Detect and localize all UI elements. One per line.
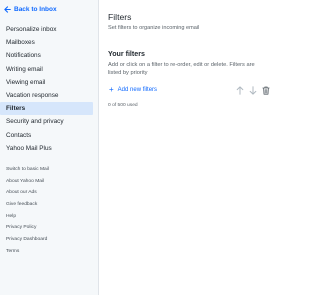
back-to-inbox-label: Back to Inbox — [14, 6, 57, 13]
add-new-filters-button[interactable]: + Add new filters — [109, 85, 158, 94]
arrow-left-icon — [4, 6, 11, 13]
add-new-filters-label: Add new filters — [117, 87, 158, 93]
arrow-down-icon — [249, 86, 257, 95]
sidebar-item-personalize-inbox[interactable]: Personalize inbox — [0, 23, 98, 36]
trash-icon — [262, 86, 270, 95]
move-up-button[interactable] — [236, 86, 244, 95]
footer-link-about-yahoo-mail[interactable]: About Yahoo Mail — [0, 176, 98, 188]
sidebar-footer-links: Switch to basic Mail About Yahoo Mail Ab… — [0, 164, 98, 258]
footer-link-help[interactable]: Help — [0, 211, 98, 223]
sidebar-item-mailboxes[interactable]: Mailboxes — [0, 36, 98, 49]
footer-link-privacy-dashboard[interactable]: Privacy Dashboard — [0, 234, 98, 246]
sidebar-item-filters[interactable]: Filters — [0, 102, 93, 116]
plus-icon: + — [109, 85, 114, 94]
arrow-up-icon — [236, 86, 244, 95]
your-filters-heading: Your filters — [108, 50, 145, 58]
delete-filter-button[interactable] — [262, 86, 270, 95]
move-down-button[interactable] — [249, 86, 257, 95]
back-to-inbox-link[interactable]: Back to Inbox — [4, 6, 57, 13]
sidebar-item-writing-email[interactable]: Writing email — [0, 63, 98, 76]
filters-usage-count: 0 of 500 used — [108, 103, 138, 108]
page-subtitle: Set filters to organize incoming email — [108, 25, 200, 31]
settings-sidebar: Back to Inbox Personalize inbox Mailboxe… — [0, 0, 99, 295]
sidebar-item-security-and-privacy[interactable]: Security and privacy — [0, 115, 98, 128]
footer-link-switch-to-basic[interactable]: Switch to basic Mail — [0, 164, 98, 176]
sidebar-item-viewing-email[interactable]: Viewing email — [0, 76, 98, 89]
page-title: Filters — [108, 12, 132, 22]
footer-link-about-our-ads[interactable]: About our Ads — [0, 187, 98, 199]
footer-link-privacy-policy[interactable]: Privacy Policy — [0, 222, 98, 234]
footer-link-give-feedback[interactable]: Give feedback — [0, 199, 98, 211]
sidebar-item-yahoo-mail-plus[interactable]: Yahoo Mail Plus — [0, 142, 98, 155]
filter-actions — [231, 86, 270, 95]
footer-link-terms[interactable]: Terms — [0, 246, 98, 258]
sidebar-item-vacation-response[interactable]: Vacation response — [0, 89, 98, 102]
sidebar-item-contacts[interactable]: Contacts — [0, 129, 98, 142]
sidebar-item-notifications[interactable]: Notifications — [0, 49, 98, 62]
settings-nav: Personalize inbox Mailboxes Notification… — [0, 23, 98, 155]
filters-description: Add or click on a filter to re-order, ed… — [108, 62, 255, 76]
